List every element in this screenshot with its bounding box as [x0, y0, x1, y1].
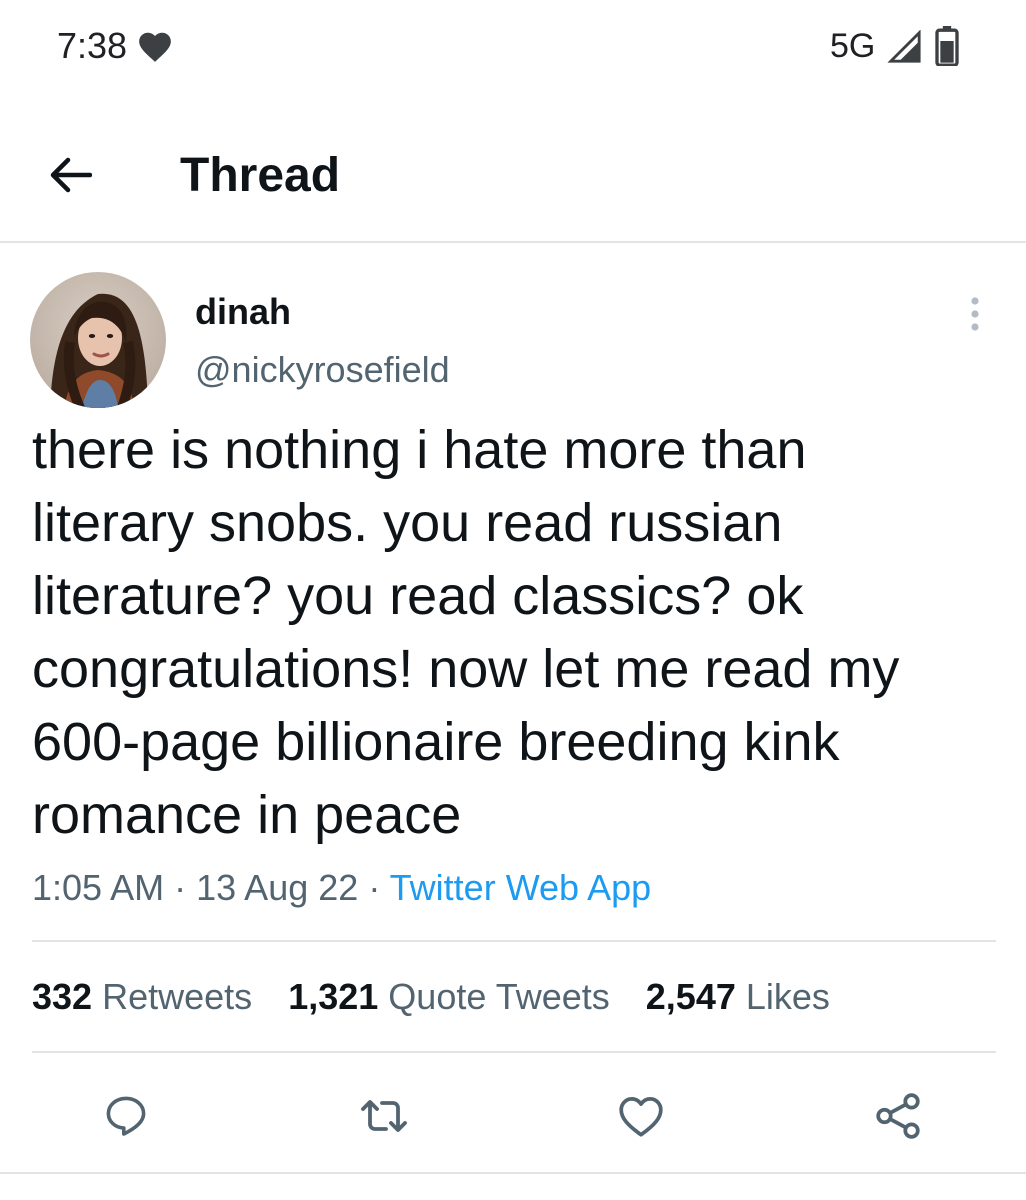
tweet-text: there is nothing i hate more than litera…: [32, 414, 992, 852]
network-label: 5G: [830, 27, 876, 65]
arrow-left-icon: [50, 157, 92, 193]
share-icon: [876, 1093, 920, 1139]
like-button[interactable]: [613, 1088, 669, 1144]
status-time: 7:38: [57, 25, 128, 66]
retweet-icon: [361, 1100, 407, 1132]
share-button[interactable]: [870, 1088, 926, 1144]
tweet-text-line: literature? you read classics? ok: [32, 566, 804, 626]
user-handle[interactable]: @nickyrosefield: [195, 348, 450, 392]
likes-stat[interactable]: 2,547 Likes: [646, 976, 830, 1017]
like-icon: [619, 1097, 663, 1137]
tweet-text-line: 600-page billionaire breeding kink: [32, 712, 840, 772]
divider: [32, 1051, 996, 1053]
quote-tweets-stat[interactable]: 1,321 Quote Tweets: [288, 976, 610, 1017]
more-options-icon[interactable]: [958, 292, 992, 336]
tweet-date[interactable]: 13 Aug 22: [196, 867, 358, 908]
retweets-count: 332: [32, 976, 93, 1017]
avatar[interactable]: [30, 272, 166, 408]
likes-label: Likes: [745, 976, 830, 1017]
reply-button[interactable]: [98, 1088, 154, 1144]
tweet-source-link[interactable]: Twitter Web App: [390, 867, 651, 908]
screen: 7:38 5G Thread dinah @nickyrosefield the…: [0, 0, 1026, 1200]
retweets-stat[interactable]: 332 Retweets: [32, 976, 252, 1017]
page-title: Thread: [180, 149, 341, 202]
retweet-button[interactable]: [356, 1088, 412, 1144]
tweet-text-line: there is nothing i hate more than: [32, 420, 807, 480]
tweet-text-line: congratulations! now let me read my: [32, 639, 900, 699]
thread-header: Thread: [0, 95, 1026, 243]
avatar-image: [30, 272, 166, 408]
back-button[interactable]: [38, 143, 102, 207]
meta-separator: ·: [368, 867, 381, 908]
retweets-label: Retweets: [102, 976, 253, 1017]
signal-icon: [887, 30, 921, 63]
quote-tweets-label: Quote Tweets: [388, 976, 610, 1017]
likes-count: 2,547: [645, 976, 736, 1017]
heart-icon: [139, 32, 171, 62]
tweet-stats: 332 Retweets 1,321 Quote Tweets 2,547 Li…: [32, 975, 856, 1019]
status-bar: 7:38 5G: [0, 0, 1026, 95]
quote-tweets-count: 1,321: [288, 976, 379, 1017]
divider: [32, 940, 996, 942]
tweet-text-line: romance in peace: [32, 785, 462, 845]
divider: [0, 1172, 1026, 1174]
meta-separator: ·: [174, 867, 187, 908]
reply-icon: [106, 1096, 146, 1136]
tweet-text-line: literary snobs. you read russian: [32, 493, 783, 553]
display-name[interactable]: dinah: [195, 290, 291, 334]
tweet-actions: [0, 1080, 1026, 1150]
tweet-time[interactable]: 1:05 AM: [32, 867, 164, 908]
tweet-meta: 1:05 AM · 13 Aug 22 · Twitter Web App: [32, 866, 651, 910]
battery-icon: [935, 26, 959, 66]
